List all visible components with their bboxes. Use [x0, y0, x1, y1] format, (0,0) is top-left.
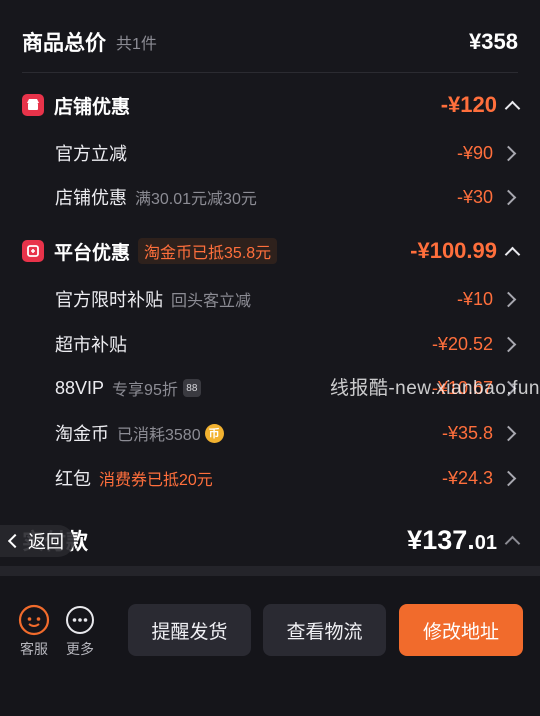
more-label: 更多: [66, 641, 94, 657]
chevron-right-icon: [500, 470, 517, 486]
item-label: 店铺优惠: [55, 188, 127, 208]
paid-amount-main: ¥137.: [407, 524, 475, 555]
platform-discount-header[interactable]: 平台优惠 淘金币已抵35.8元 -¥100.99: [0, 234, 540, 268]
item-amount: -¥35.8: [442, 423, 518, 444]
chevron-right-icon: [500, 425, 517, 441]
item-note: 满30.01元减30元: [135, 191, 257, 208]
amount-text: -¥35.8: [441, 422, 493, 443]
item-amount: -¥30: [457, 187, 518, 208]
chevron-up-icon: [504, 535, 521, 551]
item-label: 超市补贴: [55, 335, 127, 355]
amount-text: -¥20.52: [431, 333, 493, 354]
coin-icon: 币: [204, 423, 224, 443]
back-label: 返回: [28, 532, 64, 552]
platform-discount-amount: -¥100.99: [410, 238, 521, 264]
item-note: 消费券已抵20元: [99, 472, 213, 489]
item-amount: -¥20.52: [432, 334, 518, 355]
item-label: 官方限时补贴: [55, 290, 163, 310]
total-price: ¥358: [469, 29, 518, 54]
paid-amount-cents: 01: [474, 531, 497, 554]
edit-address-button[interactable]: 修改地址: [399, 604, 523, 656]
chevron-left-icon: [7, 533, 23, 549]
summary-title: 商品总价: [22, 32, 106, 55]
store-discount-title: 店铺优惠: [54, 96, 131, 118]
item-count: 共1件: [116, 36, 157, 53]
amount-text: -¥24.3: [441, 467, 493, 488]
item-label: 官方立减: [55, 144, 127, 164]
vip-88-badge: 88: [182, 379, 201, 397]
item-amount: -¥10: [457, 289, 518, 310]
coin-deduction-tag: 淘金币已抵35.8元: [138, 238, 278, 264]
item-note: 专享95折: [112, 382, 178, 399]
list-item[interactable]: 红包 消费券已抵20元 -¥24.3: [0, 463, 540, 493]
chevron-up-icon: [504, 246, 521, 262]
item-label: 红包: [55, 469, 91, 489]
platform-discount-value: -¥100.99: [410, 238, 497, 263]
chevron-right-icon: [500, 291, 517, 307]
list-item[interactable]: 官方限时补贴 回头客立减 -¥10: [0, 284, 540, 314]
service-face-icon: [18, 604, 50, 636]
item-note: 已消耗3580: [117, 427, 201, 444]
service-label: 客服: [20, 641, 48, 657]
list-item[interactable]: 超市补贴 -¥20.52: [0, 329, 540, 359]
chevron-right-icon: [500, 145, 517, 161]
platform-discount-title: 平台优惠: [54, 242, 131, 264]
chevron-up-icon: [504, 100, 521, 116]
chevron-right-icon: [500, 336, 517, 352]
watermark: 线报酷-new.xianbao.fun: [329, 378, 540, 399]
item-label: 88VIP: [55, 377, 105, 398]
item-amount: -¥90: [457, 143, 518, 164]
paid-amount: ¥137. 01: [407, 525, 497, 556]
section-gap: [0, 566, 540, 576]
summary-row: 商品总价 共1件 ¥358: [0, 24, 540, 60]
amount-text: -¥10: [456, 288, 493, 309]
amount-text: -¥30: [456, 186, 493, 207]
divider: [22, 72, 518, 73]
track-logistics-button[interactable]: 查看物流: [263, 604, 386, 656]
remind-shipping-button[interactable]: 提醒发货: [128, 604, 251, 656]
store-icon: [22, 94, 44, 116]
amount-text: -¥90: [456, 142, 493, 163]
chevron-right-icon: [500, 189, 517, 205]
store-discount-amount: -¥120: [440, 92, 521, 118]
item-label: 淘金币: [55, 424, 109, 444]
store-discount-value: -¥120: [440, 92, 497, 117]
customer-service-button[interactable]: 客服: [18, 604, 50, 659]
platform-icon: [22, 240, 44, 262]
list-item[interactable]: 官方立减 -¥90: [0, 138, 540, 168]
back-button[interactable]: 返回: [0, 525, 74, 557]
more-button[interactable]: 更多: [64, 604, 96, 659]
item-amount: -¥24.3: [442, 468, 518, 489]
item-note: 回头客立减: [171, 293, 252, 310]
store-discount-header[interactable]: 店铺优惠 -¥120: [0, 88, 540, 122]
list-item[interactable]: 店铺优惠 满30.01元减30元 -¥30: [0, 182, 540, 212]
paid-row[interactable]: 实付款 ¥137. 01: [0, 522, 540, 558]
list-item[interactable]: 淘金币 已消耗3580 币 -¥35.8: [0, 418, 540, 448]
more-icon: [66, 606, 94, 634]
